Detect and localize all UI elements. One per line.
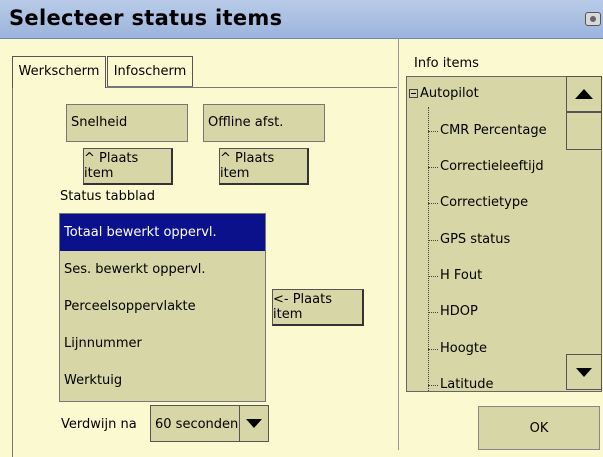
hide-after-dropdown[interactable]: 60 seconden <box>150 405 269 442</box>
tree-connector <box>428 312 438 313</box>
tree-connector <box>428 276 438 277</box>
place-item-label: ^ Plaats item <box>84 151 139 181</box>
tab-infoscherm[interactable]: Infoscherm <box>107 56 193 87</box>
arrow-up-icon[interactable] <box>566 76 602 112</box>
slot-2-value: Offline afst. <box>208 115 284 130</box>
tree-root[interactable]: Autopilot <box>409 86 479 101</box>
tree-item[interactable]: Latitude <box>440 375 494 391</box>
list-item[interactable]: Lijnnummer <box>60 325 265 362</box>
list-item[interactable]: Totaal bewerkt oppervl. <box>60 214 265 251</box>
tree-connector <box>428 131 438 132</box>
tree-item[interactable]: Correctieleeftijd <box>440 157 544 177</box>
tree-connector <box>428 349 438 350</box>
info-items-label: Info items <box>414 56 479 71</box>
info-items-scrollbar[interactable] <box>566 76 602 392</box>
window-title: Selecteer status items <box>9 6 283 30</box>
status-tab-label: Status tabblad <box>60 189 155 204</box>
slot-1[interactable]: Snelheid <box>66 104 188 142</box>
chevron-down-icon[interactable] <box>239 406 268 441</box>
tab-werkscherm[interactable]: Werkscherm <box>12 56 106 88</box>
tree-item[interactable]: HDOP <box>440 302 478 322</box>
tree-connector <box>428 240 438 241</box>
tree-root-label: Autopilot <box>420 86 479 101</box>
scroll-thumb[interactable] <box>566 112 602 150</box>
place-item-button-1[interactable]: ^ Plaats item <box>83 148 173 185</box>
arrow-down-icon[interactable] <box>566 354 602 390</box>
tab-label: Werkscherm <box>18 64 100 79</box>
collapse-icon[interactable] <box>409 89 418 98</box>
status-tab-list[interactable]: Totaal bewerkt oppervl. Ses. bewerkt opp… <box>59 213 266 402</box>
place-item-button-2[interactable]: ^ Plaats item <box>219 148 309 185</box>
place-item-label: ^ Plaats item <box>220 151 275 181</box>
hide-after-value: 60 seconden <box>155 417 239 432</box>
camera-icon[interactable] <box>585 12 601 26</box>
tree-connector <box>428 385 438 386</box>
tree-item[interactable]: Correctietype <box>440 193 528 213</box>
tree-item[interactable]: Hoogte <box>440 339 487 359</box>
tab-label: Infoscherm <box>113 64 187 79</box>
slot-2[interactable]: Offline afst. <box>203 104 325 142</box>
tree-item[interactable]: H Fout <box>440 266 482 286</box>
place-item-left-button[interactable]: <- Plaats item <box>272 289 364 326</box>
panel-divider <box>398 38 399 450</box>
tree-item[interactable]: CMR Percentage <box>440 121 547 141</box>
tree-connector <box>428 167 438 168</box>
slot-1-value: Snelheid <box>71 115 128 130</box>
list-item[interactable]: Perceelsoppervlakte <box>60 288 265 325</box>
ok-button[interactable]: OK <box>478 406 600 450</box>
ok-label: OK <box>529 420 549 436</box>
list-item[interactable]: Ses. bewerkt oppervl. <box>60 251 265 288</box>
title-bar: Selecteer status items <box>0 0 603 39</box>
hide-after-label: Verdwijn na <box>61 417 137 432</box>
tree-item[interactable]: GPS status <box>440 230 510 250</box>
place-item-left-label: <- Plaats item <box>273 292 332 322</box>
tree-connector <box>428 203 438 204</box>
list-item[interactable]: Werktuig <box>60 362 265 399</box>
